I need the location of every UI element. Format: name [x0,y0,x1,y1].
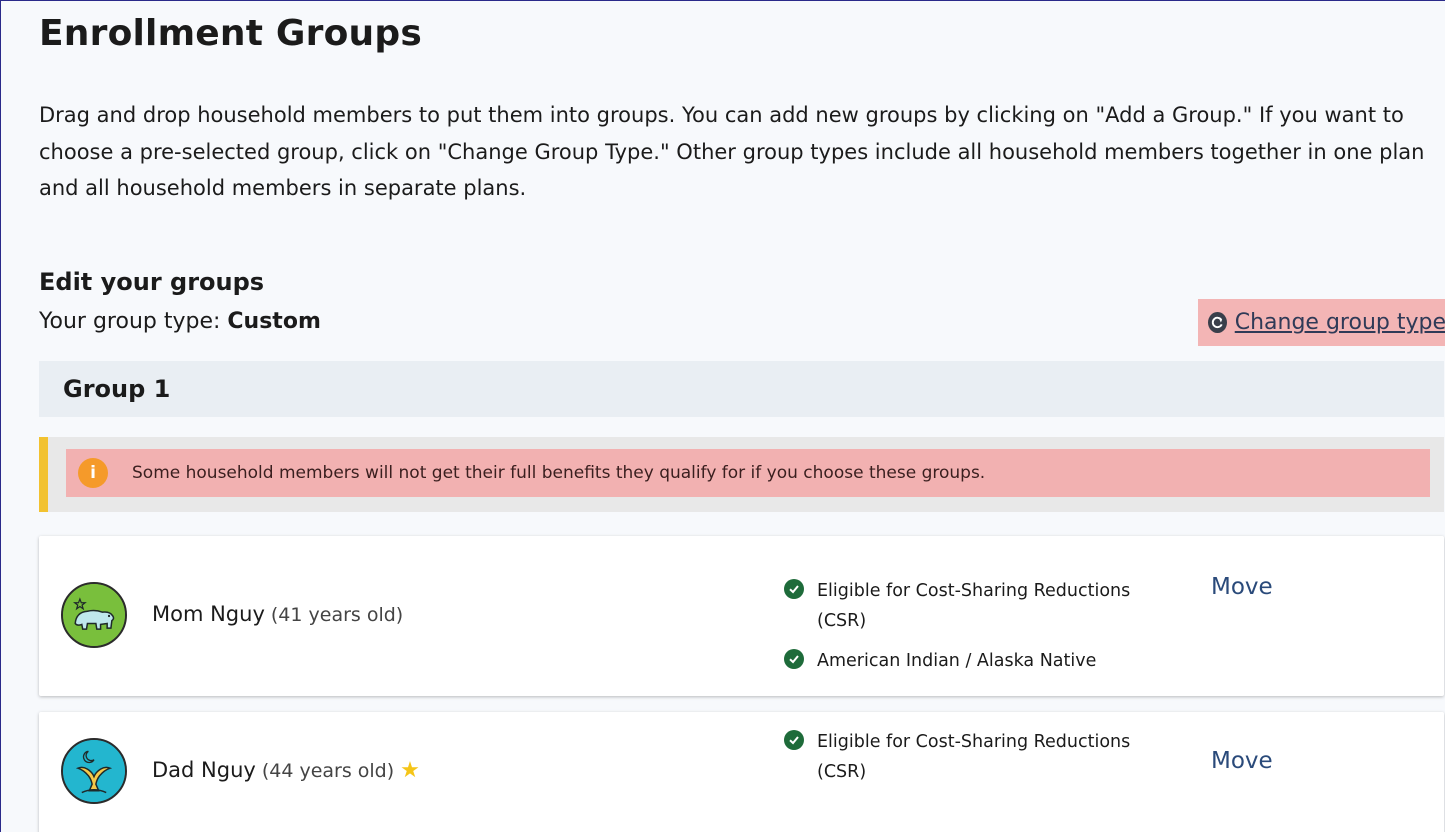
eligibility-list: Eligible for Cost-Sharing Reductions (CS… [784,576,1164,686]
eligibility-list: Eligible for Cost-Sharing Reductions (CS… [784,727,1164,797]
eligibility-item: Eligible for Cost-Sharing Reductions (CS… [784,576,1164,636]
change-group-type-link[interactable]: Change group type [1198,299,1445,346]
move-button[interactable]: Move [1211,748,1273,774]
app-frame: Enrollment Groups Drag and drop househol… [0,0,1445,832]
bear-icon [61,582,127,648]
whale-tail-icon [61,738,127,804]
member-card[interactable]: Dad Nguy (44 years old) ★ Eligible for Cos… [39,712,1444,832]
refresh-icon [1208,312,1227,333]
warning-message-box: i Some household members will not get th… [66,449,1430,497]
group-title: Group 1 [63,375,171,403]
page-title: Enrollment Groups [39,13,422,54]
group-type-label: Your group type: [39,309,221,334]
member-card[interactable]: Mom Nguy (41 years old) Eligible for Cost… [39,536,1444,696]
group-type-value: Custom [227,309,321,334]
move-button[interactable]: Move [1211,574,1273,600]
member-name: Mom Nguy (41 years old) [152,602,403,626]
check-circle-icon [784,730,804,750]
warning-alert: i Some household members will not get th… [39,437,1444,512]
member-name-text: Dad Nguy [152,758,256,782]
group-header: Group 1 [39,361,1444,417]
warning-text: Some household members will not get thei… [132,463,986,483]
member-age: (44 years old) [261,760,395,782]
edit-groups-title: Edit your groups [39,268,265,296]
eligibility-text: Eligible for Cost-Sharing Reductions (CS… [817,732,1131,782]
info-icon: i [78,458,108,488]
star-icon: ★ [400,758,420,783]
group-type: Your group type: Custom [39,309,321,334]
eligibility-text: American Indian / Alaska Native [817,651,1097,671]
change-group-type-label[interactable]: Change group type [1235,310,1445,335]
eligibility-item: American Indian / Alaska Native [784,646,1164,676]
member-name-text: Mom Nguy [152,602,265,626]
eligibility-item: Eligible for Cost-Sharing Reductions (CS… [784,727,1164,787]
intro-text: Drag and drop household members to put t… [39,103,1425,200]
member-name: Dad Nguy (44 years old) ★ [152,758,420,783]
check-circle-icon [784,649,804,669]
member-age: (41 years old) [270,604,404,626]
check-circle-icon [784,579,804,599]
eligibility-text: Eligible for Cost-Sharing Reductions (CS… [817,581,1131,631]
